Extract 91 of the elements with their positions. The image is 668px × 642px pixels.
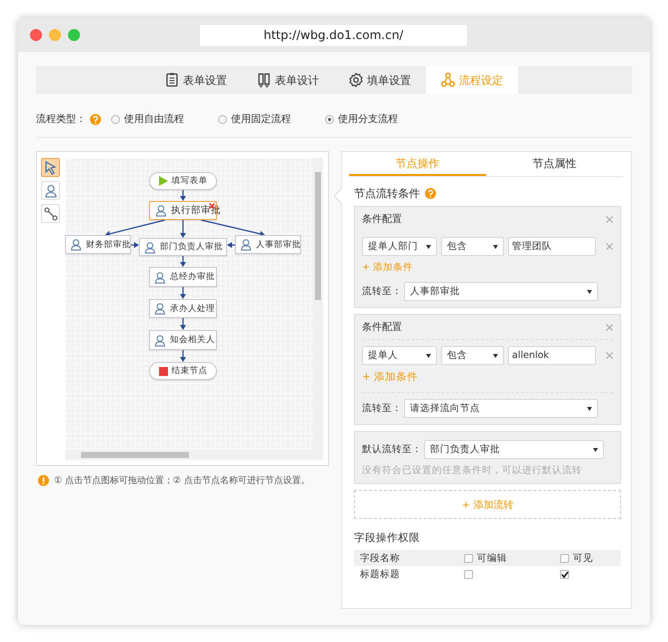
close-icon[interactable] xyxy=(606,352,613,359)
arrow xyxy=(180,350,186,362)
close-button[interactable] xyxy=(30,29,42,41)
scrollbar[interactable] xyxy=(313,158,323,450)
scrollbar[interactable] xyxy=(65,450,323,460)
dropdown[interactable]: 包含 xyxy=(441,237,504,256)
flow-node[interactable]: 部门负责人审批 xyxy=(139,238,227,256)
caret-icon xyxy=(493,354,498,358)
close-icon[interactable] xyxy=(606,216,613,222)
caret-icon xyxy=(593,448,598,452)
clipboard-icon xyxy=(165,72,179,88)
note-text: 没有符合已设置的任意条件时，可以进行默认流转 xyxy=(362,464,583,477)
arrow xyxy=(105,219,166,237)
input-field[interactable]: allenlok xyxy=(508,346,596,365)
column-header: 可编辑 xyxy=(477,552,507,564)
help-icon xyxy=(90,114,101,124)
input-field[interactable]: 管理团队 xyxy=(508,237,596,256)
checkbox[interactable] xyxy=(560,554,569,562)
checkbox[interactable] xyxy=(560,570,569,578)
arrow xyxy=(180,256,186,267)
tool-button[interactable] xyxy=(41,204,60,223)
section-title: 字段操作权限 xyxy=(354,531,421,545)
flow-node[interactable]: 结束节点 xyxy=(149,362,217,380)
pencils-icon xyxy=(257,72,271,88)
person-icon xyxy=(70,238,82,251)
person-icon xyxy=(42,182,58,198)
close-icon[interactable] xyxy=(606,324,613,330)
card-title: 条件配置 xyxy=(362,212,402,226)
radio-option[interactable]: 使用固定流程 xyxy=(218,112,291,126)
address-bar[interactable]: http://wbg.do1.com.cn/ xyxy=(200,25,467,46)
field-label: 流转至： xyxy=(362,402,402,415)
person-icon xyxy=(154,302,166,315)
tab[interactable]: 表单设置 xyxy=(150,66,242,94)
settings-icon xyxy=(349,72,363,88)
flow-node[interactable]: 知会相关人 xyxy=(149,330,217,350)
table-cell: 标题标题 xyxy=(360,568,400,580)
flow-node[interactable]: 财务部审批 xyxy=(65,235,131,254)
dropdown[interactable]: 提单人 xyxy=(362,346,437,365)
dropdown[interactable]: 人事部审批 xyxy=(404,282,598,301)
tab[interactable]: 填单设置 xyxy=(334,66,426,94)
radio-option[interactable]: 使用分支流程 xyxy=(325,112,398,126)
arrow xyxy=(227,242,235,248)
field-label: 流程类型： xyxy=(36,112,86,126)
caret-icon xyxy=(493,244,498,248)
checkbox[interactable] xyxy=(464,570,473,578)
flow-icon xyxy=(441,72,455,88)
caret-icon xyxy=(426,244,431,248)
caret-icon xyxy=(587,406,592,410)
zoom-button[interactable] xyxy=(68,29,80,41)
tab[interactable]: 表单设计 xyxy=(242,66,334,94)
dropdown[interactable]: 提单人部门 xyxy=(362,237,437,256)
close-icon[interactable] xyxy=(606,243,613,250)
hint-text: ① 点击节点图标可拖动位置；② 点击节点名称可进行节点设置。 xyxy=(54,474,310,487)
arrow xyxy=(200,219,265,237)
flow-node[interactable]: 填写表单 xyxy=(149,172,217,190)
connector-icon xyxy=(42,206,58,222)
caret-icon xyxy=(587,290,592,294)
flow-node[interactable]: 人事部审批 xyxy=(235,235,301,254)
arrow xyxy=(131,242,139,248)
column-header: 可见 xyxy=(573,552,593,564)
person-icon xyxy=(144,240,156,254)
arrow xyxy=(180,220,186,238)
dropdown[interactable]: 请选择流向节点 xyxy=(404,399,598,418)
warning-icon xyxy=(38,475,49,486)
card-title: 条件配置 xyxy=(362,320,402,334)
check-icon xyxy=(561,570,569,578)
column-header: 字段名称 xyxy=(360,552,400,564)
stop-icon xyxy=(158,366,168,376)
minimize-button[interactable] xyxy=(49,29,61,41)
tool-button[interactable] xyxy=(41,158,60,177)
arrow xyxy=(180,318,186,330)
dropdown[interactable]: 包含 xyxy=(441,346,504,365)
dropdown[interactable]: 部门负责人审批 xyxy=(424,440,604,459)
radio-option[interactable]: 使用自由流程 xyxy=(111,112,184,126)
flow-node[interactable]: 承办人处理 xyxy=(149,299,217,318)
flow-node[interactable]: 总经办审批 xyxy=(149,267,217,287)
caret-icon xyxy=(426,354,431,358)
person-icon xyxy=(154,270,166,284)
arrow xyxy=(180,287,186,299)
checkbox[interactable] xyxy=(464,554,473,562)
field-label: 流转至： xyxy=(362,285,402,298)
arrow xyxy=(180,190,186,201)
person-icon xyxy=(155,204,167,217)
cursor-icon xyxy=(42,160,58,176)
play-icon xyxy=(158,176,168,186)
person-icon xyxy=(154,334,166,346)
help-icon xyxy=(425,188,436,199)
field-label: 默认流转至： xyxy=(362,443,422,456)
person-icon xyxy=(240,238,252,251)
section-title: 节点流转条件 xyxy=(354,186,420,201)
tool-button[interactable] xyxy=(41,181,60,200)
